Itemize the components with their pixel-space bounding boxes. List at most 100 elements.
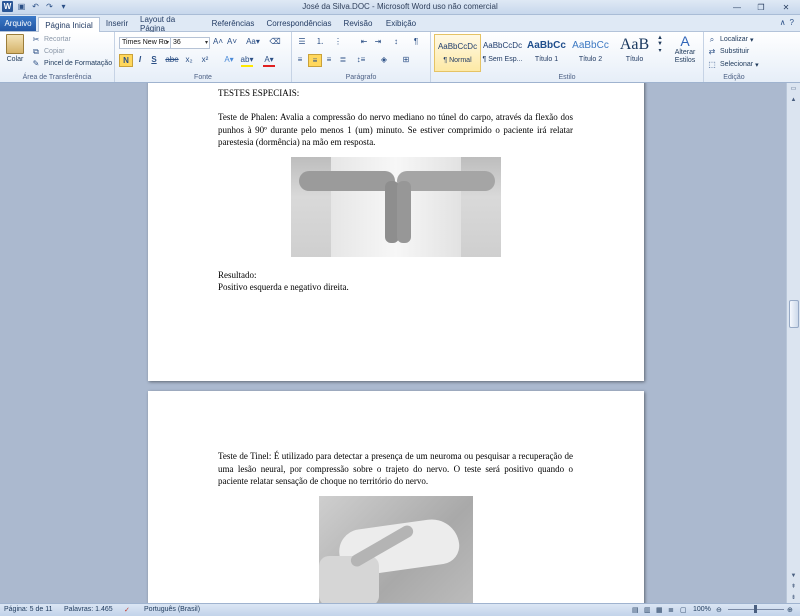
zoom-in-icon[interactable]: ⊕ (787, 606, 793, 614)
show-formatting-button[interactable]: ¶ (410, 36, 422, 47)
format-painter-button[interactable]: ✎ Pincel de Formatação (30, 58, 112, 69)
restore-button[interactable]: ❐ (750, 1, 772, 14)
copy-icon: ⧉ (33, 46, 39, 56)
zoom-out-icon[interactable]: ⊖ (716, 606, 722, 614)
font-size-select[interactable]: 36 ▾ (170, 37, 210, 49)
decrease-indent-button[interactable]: ⇤ (358, 36, 370, 47)
draft-icon[interactable]: ▢ (680, 606, 687, 614)
style-title[interactable]: AaB Título (612, 34, 657, 70)
ribbon: Colar ✂ Recortar ⧉ Copiar ✎ Pincel de Forma… (0, 32, 800, 83)
scroll-down-icon[interactable]: ▼ (787, 570, 800, 581)
font-color-button[interactable]: A▾ (263, 54, 275, 67)
style-no-spacing[interactable]: AaBbCcDc ¶ Sem Esp... (480, 34, 525, 70)
font-family-select[interactable]: Times New Ro ▾ (119, 37, 171, 49)
web-layout-icon[interactable]: ▦ (656, 606, 663, 614)
scroll-up-icon[interactable]: ▲ (787, 94, 800, 105)
close-button[interactable]: ✕ (774, 1, 798, 14)
previous-page-icon[interactable]: ⇞ (787, 581, 800, 592)
paragraph-group-label: Parágrafo (345, 74, 377, 81)
scroll-thumb[interactable] (789, 300, 799, 328)
heading-testes-especiais: TESTES ESPECIAIS: (218, 88, 300, 98)
sort-icon: ↕ (394, 37, 398, 46)
word-count[interactable]: Palavras: 1.465 (64, 606, 113, 613)
text-effects-button[interactable]: A▾ (223, 54, 235, 65)
find-button[interactable]: ⌕ Localizar ▾ (706, 34, 754, 45)
tab-arquivo[interactable]: Arquivo (0, 16, 36, 31)
underline-button[interactable]: S (148, 54, 160, 65)
style-heading-1[interactable]: AaBbCc Título 1 (524, 34, 569, 70)
next-page-icon[interactable]: ⇟ (787, 592, 800, 603)
multilevel-list-button[interactable]: ⋮ (332, 36, 344, 47)
shrink-font-button[interactable]: A˅ (226, 36, 238, 47)
minimize-ribbon-icon[interactable]: ∧ (780, 18, 786, 27)
strikethrough-button[interactable]: abe (165, 54, 179, 65)
paste-button[interactable]: Colar (4, 34, 26, 63)
select-button[interactable]: ⬚ Selecionar ▾ (706, 59, 758, 70)
sort-button[interactable]: ↕ (390, 36, 402, 47)
line-spacing-button[interactable]: ↕≡ (355, 54, 367, 65)
change-case-button[interactable]: Aa▾ (245, 36, 261, 47)
brush-icon: ✎ (32, 59, 40, 68)
ruler-toggle-icon[interactable]: ▭ (787, 83, 800, 94)
binoculars-icon: ⌕ (709, 34, 715, 44)
right-forearm-shape (397, 171, 495, 191)
help-icon[interactable]: ? (790, 18, 794, 27)
subscript-button[interactable]: x₂ (183, 54, 195, 65)
print-layout-icon[interactable]: ▤ (632, 606, 639, 614)
tab-layout[interactable]: Layout da Página (140, 15, 202, 33)
align-center-button[interactable]: ≡ (308, 54, 322, 67)
highlight-color-button[interactable]: ab▾ (241, 54, 253, 67)
change-styles-button[interactable]: A Alterar Estilos (669, 33, 701, 65)
spellcheck-icon[interactable]: ✓ (124, 606, 130, 614)
vertical-scrollbar[interactable]: ▭ ▲ ▼ ⇞ ⇟ (786, 83, 800, 603)
numbering-button[interactable]: ⒈ (314, 36, 326, 47)
zoom-slider-thumb[interactable] (754, 605, 757, 613)
replace-button[interactable]: ⇄ Substituir (706, 46, 750, 57)
phalen-test-photo[interactable] (291, 157, 501, 257)
align-left-button[interactable]: ≡ (294, 54, 306, 65)
zoom-level[interactable]: 100% (693, 606, 711, 613)
increase-indent-button[interactable]: ⇥ (372, 36, 384, 47)
copy-button[interactable]: ⧉ Copiar (30, 46, 64, 57)
tab-exibicao[interactable]: Exibição (382, 17, 420, 30)
language[interactable]: Português (Brasil) (144, 606, 200, 613)
superscript-button[interactable]: x² (199, 54, 211, 65)
tab-revisao[interactable]: Revisão (340, 17, 376, 30)
shading-button[interactable]: ◈ (378, 54, 390, 65)
tab-pagina-inicial[interactable]: Página Inicial (38, 17, 100, 32)
pilcrow-icon: ¶ (413, 37, 419, 46)
cut-button[interactable]: ✂ Recortar (30, 34, 71, 45)
italic-button[interactable]: I (134, 54, 146, 65)
styles-group: AaBbCcDc ¶ Normal AaBbCcDc ¶ Sem Esp... … (431, 32, 704, 82)
styles-scroll[interactable]: ▲ ▼ ▾ (657, 35, 663, 54)
document-area[interactable]: TESTES ESPECIAIS: Teste de Phalen: Avali… (0, 83, 787, 603)
tinel-test-photo[interactable] (319, 496, 473, 603)
clear-formatting-button[interactable]: ⌫ (269, 36, 281, 47)
paint-bucket-icon: ◈ (380, 55, 388, 64)
align-right-button[interactable]: ≡ (323, 54, 335, 65)
style-heading-2[interactable]: AaBbCc Título 2 (568, 34, 613, 70)
line-spacing-icon: ↕≡ (356, 55, 366, 64)
outline-icon[interactable]: ≣ (668, 606, 674, 614)
page-count[interactable]: Página: 5 de 11 (4, 606, 53, 613)
status-bar: Página: 5 de 11 Palavras: 1.465 ✓ Portug… (0, 603, 800, 616)
justify-button[interactable]: ≣ (337, 54, 349, 65)
more-icon: ▾ (658, 48, 662, 54)
tab-correspondencias[interactable]: Correspondências (264, 17, 334, 30)
borders-button[interactable]: ⊞ (400, 54, 412, 65)
style-normal[interactable]: AaBbCcDc ¶ Normal (434, 34, 481, 72)
paragraph-group: ☰ ⒈ ⋮ ⇤ ⇥ ↕ ¶ ≡ ≡ ≡ ≣ ↕≡ ◈ ⊞ Parágrafo (292, 32, 431, 82)
grow-font-button[interactable]: A˄ (212, 36, 224, 47)
minimize-button[interactable]: — (726, 1, 748, 14)
tab-referencias[interactable]: Referências (210, 17, 256, 30)
document-page[interactable]: TESTES ESPECIAIS: Teste de Phalen: Avali… (148, 83, 644, 381)
grow-font-icon: A˄ (212, 37, 223, 46)
bold-button[interactable]: N (119, 54, 133, 67)
tab-inserir[interactable]: Inserir (102, 17, 132, 30)
chevron-down-icon: ▾ (165, 40, 169, 46)
bullets-button[interactable]: ☰ (296, 36, 308, 47)
full-screen-reading-icon[interactable]: ▥ (644, 606, 651, 614)
document-page[interactable]: Teste de Tinel: É utilizado para detecta… (148, 391, 644, 603)
align-right-icon: ≡ (326, 55, 332, 64)
border-icon: ⊞ (402, 55, 410, 64)
